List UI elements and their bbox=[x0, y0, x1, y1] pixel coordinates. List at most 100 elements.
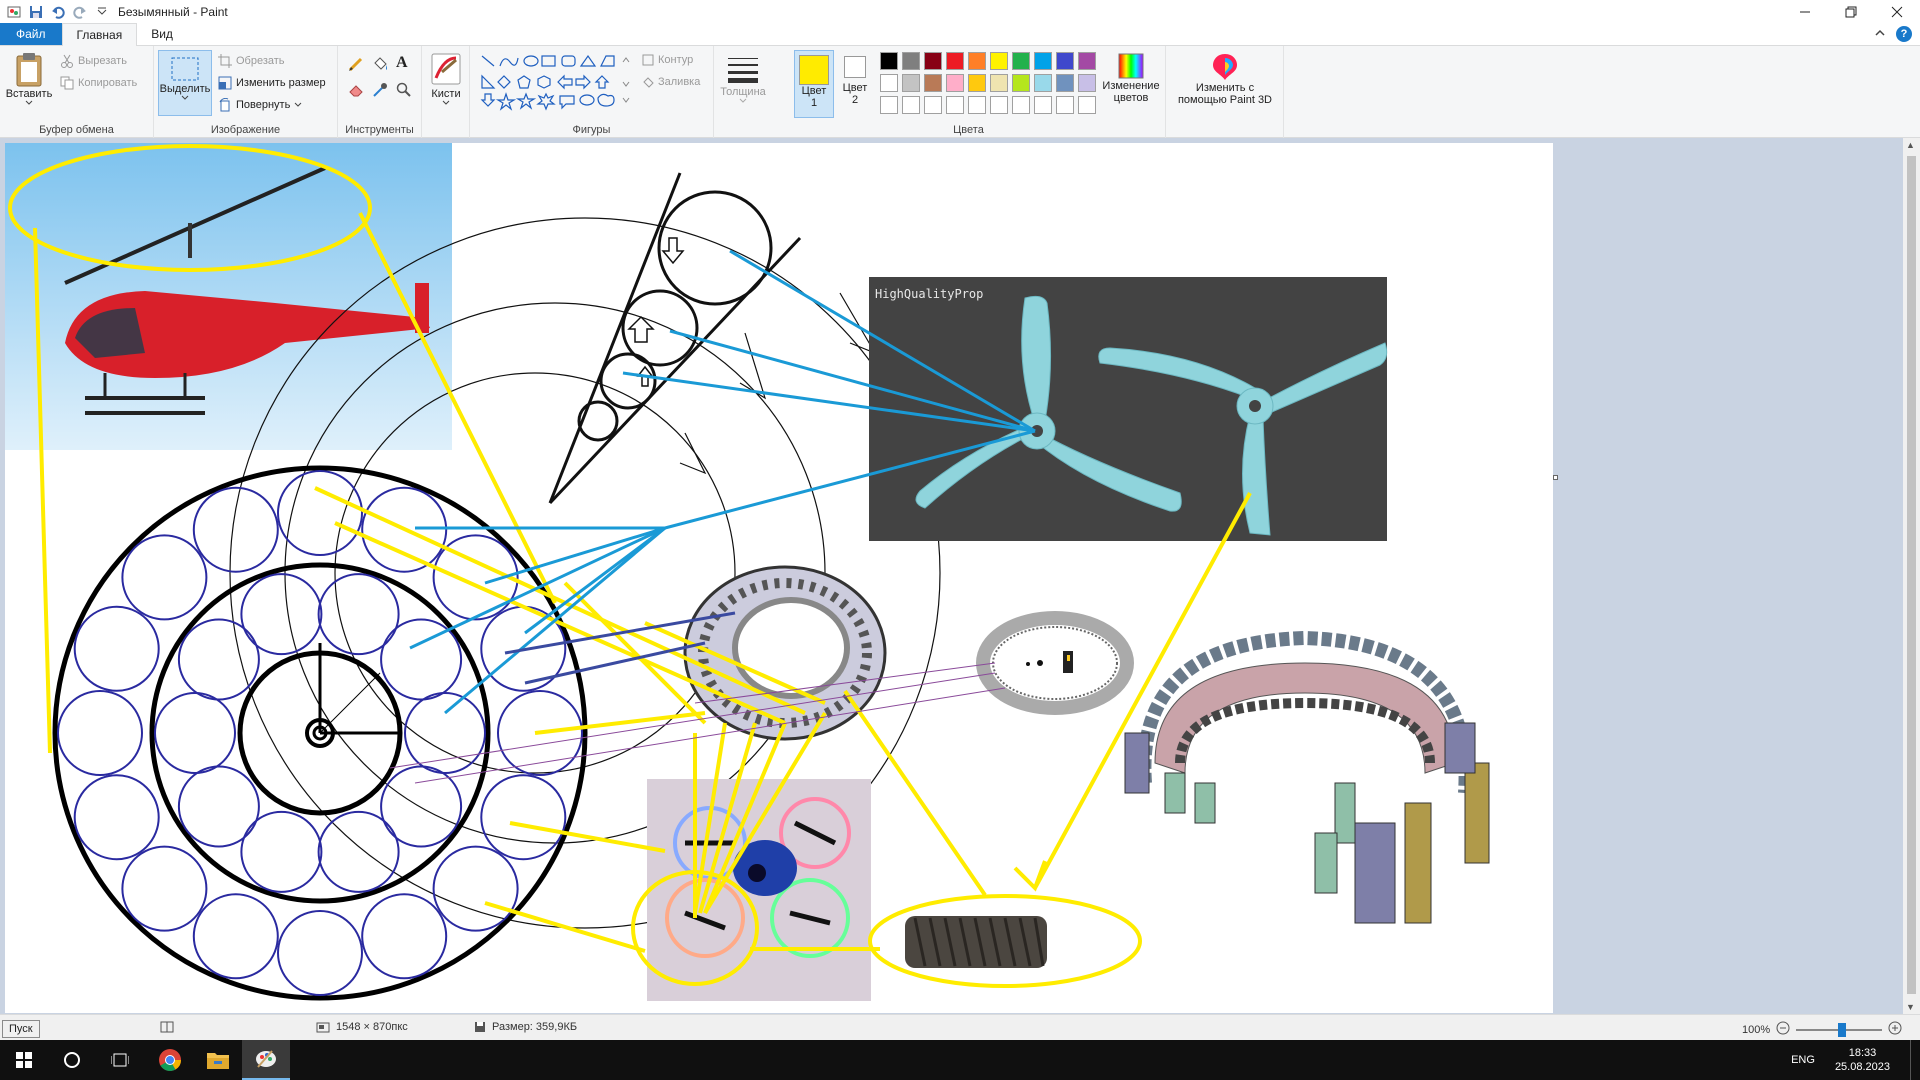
brushes-group: Кисти bbox=[422, 46, 470, 138]
palette-swatch[interactable] bbox=[990, 52, 1008, 70]
palette-swatch[interactable] bbox=[1034, 96, 1052, 114]
color1-button[interactable]: Цвет 1 bbox=[794, 50, 834, 118]
fill-button[interactable]: Заливка bbox=[642, 76, 700, 88]
cut-button[interactable]: Вырезать bbox=[60, 54, 127, 68]
canvas-drawing: HighQualityProp bbox=[5, 143, 1490, 1001]
palette-swatch[interactable] bbox=[946, 52, 964, 70]
pencil-icon[interactable] bbox=[348, 56, 364, 75]
drawing-canvas[interactable]: HighQualityProp bbox=[5, 143, 1553, 1013]
scroll-down-icon[interactable]: ▼ bbox=[1906, 1002, 1915, 1012]
bearing-ball bbox=[57, 690, 143, 776]
palette-swatch[interactable] bbox=[902, 96, 920, 114]
brushes-button[interactable]: Кисти bbox=[426, 52, 466, 106]
resize-icon bbox=[218, 76, 232, 90]
palette-swatch[interactable] bbox=[924, 74, 942, 92]
outline-label: Контур bbox=[658, 54, 694, 66]
color2-button[interactable]: Цвет 2 bbox=[838, 56, 872, 106]
color-picker-icon[interactable] bbox=[372, 82, 388, 101]
palette-swatch[interactable] bbox=[1034, 52, 1052, 70]
vertical-scrollbar[interactable]: ▲ ▼ bbox=[1903, 138, 1920, 1014]
eraser-icon[interactable] bbox=[348, 82, 364, 101]
tab-file[interactable]: Файл bbox=[0, 23, 62, 45]
palette-swatch[interactable] bbox=[1056, 96, 1074, 114]
magnifier-icon[interactable] bbox=[396, 82, 412, 101]
fill-bucket-icon[interactable] bbox=[372, 56, 388, 75]
palette-swatch[interactable] bbox=[946, 74, 964, 92]
copy-button[interactable]: Копировать bbox=[60, 76, 137, 90]
taskbar-explorer[interactable] bbox=[194, 1040, 242, 1080]
redo-icon[interactable] bbox=[72, 4, 88, 20]
palette-swatch[interactable] bbox=[990, 74, 1008, 92]
customize-toolbar-chevron-icon[interactable] bbox=[94, 4, 110, 20]
tab-view[interactable]: Вид bbox=[137, 23, 187, 45]
search-button[interactable] bbox=[48, 1040, 96, 1080]
palette-swatch[interactable] bbox=[1012, 96, 1030, 114]
palette-swatch[interactable] bbox=[1012, 74, 1030, 92]
palette-swatch[interactable] bbox=[1012, 52, 1030, 70]
scroll-up-icon[interactable]: ▲ bbox=[1906, 140, 1915, 150]
shapes-group: Контур Заливка Фигуры bbox=[470, 46, 714, 138]
save-icon bbox=[475, 1022, 485, 1032]
canvas-resize-handle[interactable] bbox=[1553, 475, 1558, 480]
palette-swatch[interactable] bbox=[1056, 74, 1074, 92]
bearing-ball bbox=[240, 573, 323, 656]
palette-swatch[interactable] bbox=[1056, 52, 1074, 70]
rotate-icon bbox=[219, 98, 230, 112]
palette-swatch[interactable] bbox=[880, 74, 898, 92]
close-button[interactable] bbox=[1874, 0, 1920, 24]
palette-swatch[interactable] bbox=[968, 96, 986, 114]
help-icon[interactable]: ? bbox=[1896, 26, 1912, 42]
shapes-gallery[interactable] bbox=[480, 54, 640, 114]
outline-button[interactable]: Контур bbox=[642, 54, 693, 66]
collapse-ribbon-icon[interactable] bbox=[1874, 27, 1886, 41]
color1-label-line1: Цвет bbox=[801, 85, 827, 97]
rotate-button[interactable]: Повернуть bbox=[218, 98, 302, 112]
selection-rectangle-icon bbox=[171, 57, 199, 81]
show-desktop-button[interactable] bbox=[1910, 1040, 1914, 1080]
zoom-slider[interactable] bbox=[1796, 1022, 1883, 1037]
text-tool-icon[interactable]: A bbox=[396, 54, 408, 72]
restore-button[interactable] bbox=[1828, 0, 1874, 24]
palette-swatch[interactable] bbox=[946, 96, 964, 114]
line-thickness-icon bbox=[728, 58, 758, 83]
scrollbar-thumb[interactable] bbox=[1907, 156, 1916, 994]
size-button[interactable]: Толщина bbox=[718, 52, 768, 104]
palette-swatch[interactable] bbox=[968, 52, 986, 70]
undo-icon[interactable] bbox=[50, 4, 66, 20]
select-button[interactable]: Выделить bbox=[158, 50, 212, 116]
zoom-slider-thumb[interactable] bbox=[1838, 1022, 1847, 1037]
paste-button[interactable]: Вставить bbox=[6, 52, 52, 106]
zoom-in-icon[interactable] bbox=[1888, 1021, 1902, 1038]
palette-swatch[interactable] bbox=[880, 96, 898, 114]
save-icon[interactable] bbox=[28, 4, 44, 20]
file-size: Размер: 359,9КБ bbox=[474, 1021, 577, 1033]
minimize-button[interactable] bbox=[1782, 0, 1828, 24]
language-indicator[interactable]: ENG bbox=[1791, 1054, 1815, 1066]
clock[interactable]: 18:33 25.08.2023 bbox=[1835, 1046, 1890, 1074]
palette-swatch[interactable] bbox=[1078, 96, 1096, 114]
zoom-out-icon[interactable] bbox=[1776, 1021, 1790, 1038]
palette-swatch[interactable] bbox=[990, 96, 1008, 114]
palette-swatch[interactable] bbox=[902, 52, 920, 70]
taskbar-chrome[interactable] bbox=[146, 1040, 194, 1080]
palette-swatch[interactable] bbox=[924, 52, 942, 70]
palette-swatch[interactable] bbox=[880, 52, 898, 70]
resize-button[interactable]: Изменить размер bbox=[218, 76, 326, 90]
taskbar-paint[interactable] bbox=[242, 1040, 290, 1080]
palette-swatch[interactable] bbox=[902, 74, 920, 92]
palette-swatch[interactable] bbox=[1034, 74, 1052, 92]
bearing-ball bbox=[192, 486, 279, 573]
palette-swatch[interactable] bbox=[1078, 52, 1096, 70]
palette-swatch[interactable] bbox=[968, 74, 986, 92]
edit-with-paint3d-button[interactable]: Изменить с помощью Paint 3D bbox=[1170, 52, 1280, 106]
shapes-gallery-scroll[interactable] bbox=[622, 56, 630, 106]
crop-button[interactable]: Обрезать bbox=[218, 54, 285, 68]
size-group: Толщина bbox=[714, 46, 772, 138]
edit-colors-button[interactable]: Изменение цветов bbox=[1096, 52, 1166, 104]
task-view-button[interactable] bbox=[96, 1040, 144, 1080]
start-button[interactable] bbox=[0, 1040, 48, 1080]
drone-photo bbox=[647, 779, 871, 1001]
palette-swatch[interactable] bbox=[924, 96, 942, 114]
tab-home[interactable]: Главная bbox=[61, 23, 138, 46]
palette-swatch[interactable] bbox=[1078, 74, 1096, 92]
